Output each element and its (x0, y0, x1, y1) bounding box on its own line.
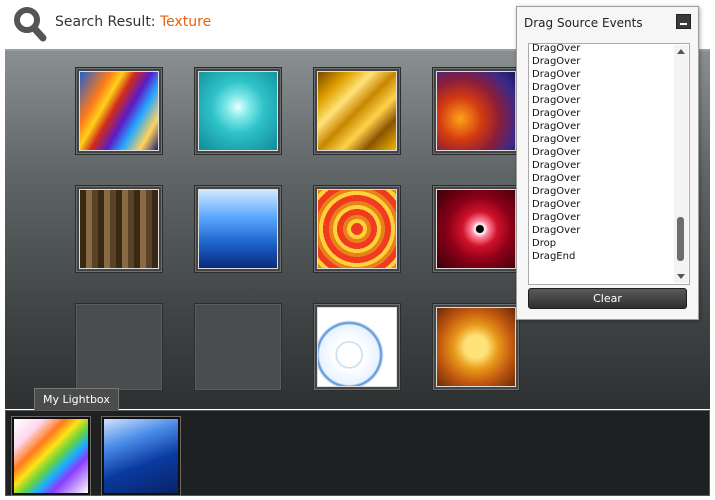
texture-image (79, 71, 159, 151)
gallery-thumbnail[interactable] (194, 67, 282, 155)
event-list-item[interactable]: DragOver (532, 81, 672, 94)
events-listbox[interactable]: DragOver DragOver DragOver DragOver DragOver… (528, 43, 690, 285)
event-list-item[interactable]: DragOver (532, 146, 672, 159)
texture-image (198, 189, 278, 269)
event-list-item[interactable]: DragOver (532, 133, 672, 146)
search-result-label: Search Result: (55, 14, 156, 30)
event-list-item[interactable]: DragOver (532, 68, 672, 81)
event-list-item[interactable]: DragOver (532, 211, 672, 224)
scroll-thumb[interactable] (677, 217, 684, 261)
event-list-item[interactable]: DragOver (532, 107, 672, 120)
gallery-thumbnail[interactable] (432, 303, 520, 391)
gallery-thumbnail[interactable] (313, 185, 401, 273)
event-list-item[interactable]: DragOver (532, 94, 672, 107)
empty-gallery-slot (75, 303, 163, 391)
event-list-item[interactable]: DragEnd (532, 250, 672, 263)
event-list-item[interactable]: DragOver (532, 185, 672, 198)
scroll-up-arrow-icon[interactable] (677, 49, 685, 54)
gallery-thumbnail[interactable] (432, 67, 520, 155)
gallery-thumbnail[interactable] (194, 185, 282, 273)
event-list-item[interactable]: DragOver (532, 224, 672, 237)
texture-image (317, 71, 397, 151)
texture-image (79, 189, 159, 269)
gallery-thumbnail[interactable] (75, 67, 163, 155)
events-items: DragOver DragOver DragOver DragOver DragOver… (532, 44, 672, 263)
empty-gallery-slot (194, 303, 282, 391)
texture-image (104, 419, 178, 493)
event-list-item[interactable]: DragOver (532, 172, 672, 185)
clear-button[interactable]: Clear (528, 288, 687, 309)
events-scrollbar[interactable] (674, 45, 688, 283)
event-list-item[interactable]: DragOver (532, 198, 672, 211)
minimize-button[interactable] (676, 14, 691, 29)
gallery-thumbnail[interactable] (75, 185, 163, 273)
event-list-item[interactable]: DragOver (532, 44, 672, 55)
gallery-thumbnail[interactable] (313, 303, 401, 391)
drag-source-events-window: Drag Source Events DragOver DragOver DragO… (516, 6, 699, 320)
gallery-thumbnail[interactable] (432, 185, 520, 273)
texture-image (14, 419, 88, 493)
event-list-item[interactable]: DragOver (532, 55, 672, 68)
texture-image (317, 307, 397, 387)
scroll-down-arrow-icon[interactable] (677, 274, 685, 279)
search-result-text: Search Result: Texture (55, 14, 211, 30)
lightbox-tab[interactable]: My Lightbox (34, 388, 119, 411)
texture-image (436, 307, 516, 387)
event-list-item[interactable]: DragOver (532, 159, 672, 172)
window-title: Drag Source Events (524, 16, 643, 30)
search-icon[interactable] (13, 6, 47, 42)
lightbox-thumbnail[interactable] (101, 416, 181, 496)
lightbox-thumbnail[interactable] (11, 416, 91, 496)
gallery-thumbnail[interactable] (313, 67, 401, 155)
texture-image (317, 189, 397, 269)
event-list-item[interactable]: Drop (532, 237, 672, 250)
lightbox-panel (5, 410, 710, 496)
search-term: Texture (159, 14, 212, 30)
event-list-item[interactable]: DragOver (532, 120, 672, 133)
texture-image (436, 71, 516, 151)
texture-image (436, 189, 516, 269)
texture-image (198, 71, 278, 151)
